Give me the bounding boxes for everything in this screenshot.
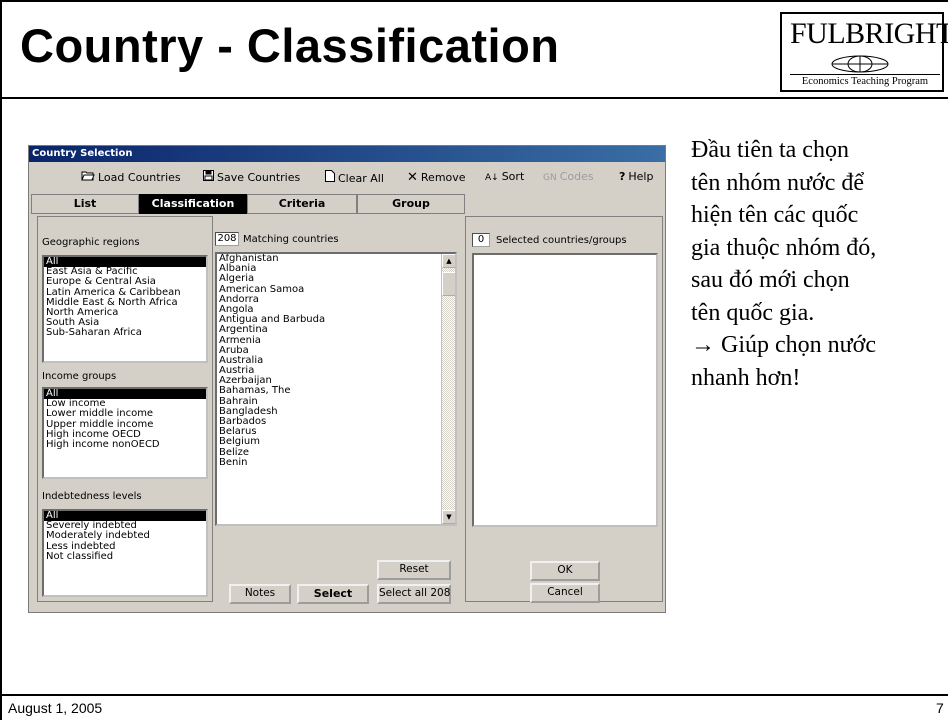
matching-countries-list[interactable]: Afghanistan Albania Algeria American Samoa A… [215,252,457,526]
body-line: nhanh hơn! [691,364,801,391]
sort-button[interactable]: A↓ Sort [485,170,524,183]
slide-body-text: Đầu tiên ta chọn tên nhóm nước để hiện t… [691,134,946,394]
country-rows: Afghanistan Albania Algeria American Samoa A… [217,254,455,468]
remove-label: Remove [420,171,466,184]
country-list-item[interactable]: Benin [217,457,455,468]
help-question-icon: ? [619,170,626,183]
save-countries-label: Save Countries [217,171,301,184]
dialog-title: Country Selection [32,148,133,159]
help-button[interactable]: ? Help [619,170,653,183]
body-line: gia thuộc nhóm đó, [691,234,877,261]
x-icon: ✕ [407,170,418,185]
classification-panel: Geographic regions All East Asia & Pacif… [37,216,213,602]
sort-label: Sort [501,170,525,183]
body-line: sau đó mới chọn [691,267,850,293]
remove-button[interactable]: ✕ Remove [407,170,466,185]
reset-button[interactable]: Reset [377,560,451,580]
logo-subtitle: Economics Teaching Program [790,74,940,87]
codes-button[interactable]: GN Codes [543,170,594,183]
country-selection-dialog: Country Selection Load Countries Save Co… [28,145,666,613]
dialog-titlebar: Country Selection [29,146,665,162]
list-item[interactable]: Not classified [44,551,206,562]
folder-open-icon [81,170,95,184]
tab-bar: List Classification Criteria Group [31,194,465,214]
slide-title: Country - Classification [20,19,560,72]
matching-countries-label: Matching countries [243,234,339,245]
body-line: tên quốc gia. [691,299,815,326]
tab-group[interactable]: Group [357,194,465,214]
title-divider [0,97,948,99]
matching-count: 208 [215,232,239,246]
geographic-regions-label: Geographic regions [42,237,140,248]
ok-button[interactable]: OK [530,561,600,581]
codes-label: Codes [559,170,594,183]
scroll-down-icon[interactable]: ▼ [442,510,455,524]
clear-all-button[interactable]: Clear All [325,170,384,185]
body-line: → Giúp chọn nước [691,332,877,358]
selected-panel: 0 Selected countries/groups OK Cancel [465,216,663,603]
country-list-item[interactable]: Argentina [217,325,455,335]
notes-button[interactable]: Notes [229,584,291,604]
cancel-button[interactable]: Cancel [530,583,600,603]
selected-countries-label: Selected countries/groups [496,235,627,246]
income-groups-label: Income groups [42,371,117,382]
scrollbar[interactable]: ▲ ▼ [441,254,455,524]
scroll-up-icon[interactable]: ▲ [442,254,455,268]
load-countries-button[interactable]: Load Countries [81,170,181,184]
logo-wordmark: FULBRIGHT [790,17,948,50]
list-item[interactable]: Sub-Saharan Africa [44,328,206,338]
tab-classification[interactable]: Classification [139,194,247,214]
selected-countries-list[interactable] [472,253,658,527]
fulbright-logo: FULBRIGHT Economics Teaching Program [780,12,948,92]
help-label: Help [628,170,654,183]
select-button[interactable]: Select [297,584,369,604]
income-groups-list[interactable]: All Low income Lower middle income Upper… [42,387,208,479]
tab-criteria[interactable]: Criteria [247,194,357,214]
select-all-button[interactable]: Select all 208 [377,584,451,604]
body-line: Đầu tiên ta chọn [691,137,849,163]
country-list-item[interactable]: Armenia [217,335,455,346]
geographic-regions-list[interactable]: All East Asia & Pacific Europe & Central… [42,255,208,363]
country-list-item[interactable]: Belgium [217,437,455,447]
body-line: tên nhóm nước để [691,169,864,196]
page-number: 7 [936,700,944,716]
sort-az-icon: A↓ [485,173,499,183]
load-countries-label: Load Countries [98,171,181,184]
indebtedness-levels-list[interactable]: All Severely indebted Moderately indebte… [42,509,208,597]
tab-list[interactable]: List [31,194,139,214]
blank-page-icon [325,170,335,185]
codes-icon: GN [543,173,557,183]
indebtedness-levels-label: Indebtedness levels [42,491,142,502]
scroll-thumb[interactable] [442,272,455,296]
selected-count: 0 [472,233,490,247]
list-item[interactable]: High income nonOECD [44,439,206,450]
body-line: hiện tên các quốc [691,202,859,228]
footer-divider [0,694,948,696]
save-countries-button[interactable]: Save Countries [203,170,300,184]
floppy-disk-icon [203,170,214,184]
clear-all-label: Clear All [338,172,384,185]
toolbar: Load Countries Save Countries Clear All … [29,164,665,192]
footer-date: August 1, 2005 [8,700,103,716]
country-list-item[interactable]: Belize [217,447,455,458]
globe-icon [831,55,889,73]
